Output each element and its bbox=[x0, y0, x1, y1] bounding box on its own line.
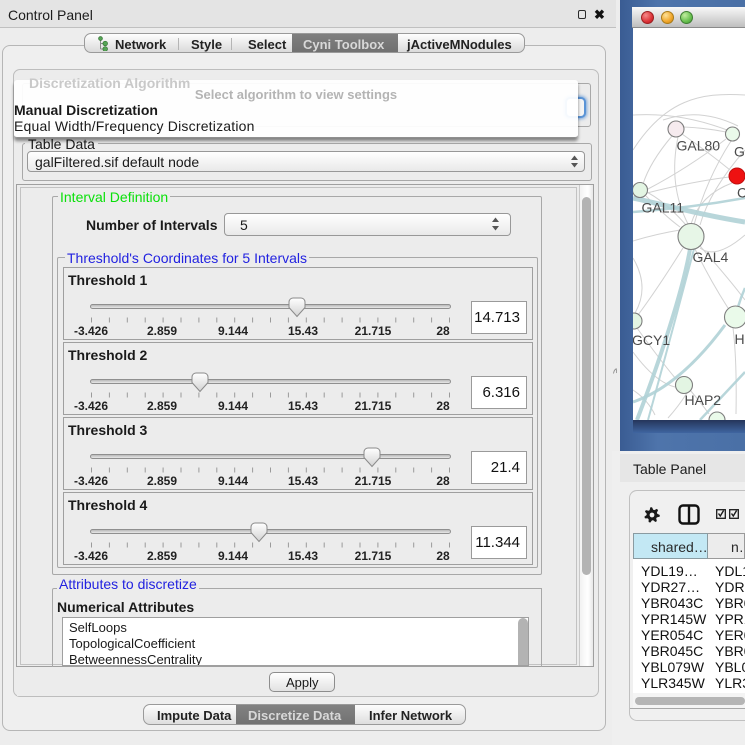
svg-text:GAL11: GAL11 bbox=[642, 200, 685, 216]
svg-text:GAL80: GAL80 bbox=[677, 138, 721, 154]
svg-text:GCY1: GCY1 bbox=[633, 332, 670, 348]
svg-text:GA: GA bbox=[734, 144, 745, 160]
svg-text:HAP2: HAP2 bbox=[685, 392, 722, 408]
svg-text:C: C bbox=[737, 185, 745, 201]
svg-text:H: H bbox=[735, 331, 745, 347]
svg-text:GAL4: GAL4 bbox=[693, 249, 729, 265]
